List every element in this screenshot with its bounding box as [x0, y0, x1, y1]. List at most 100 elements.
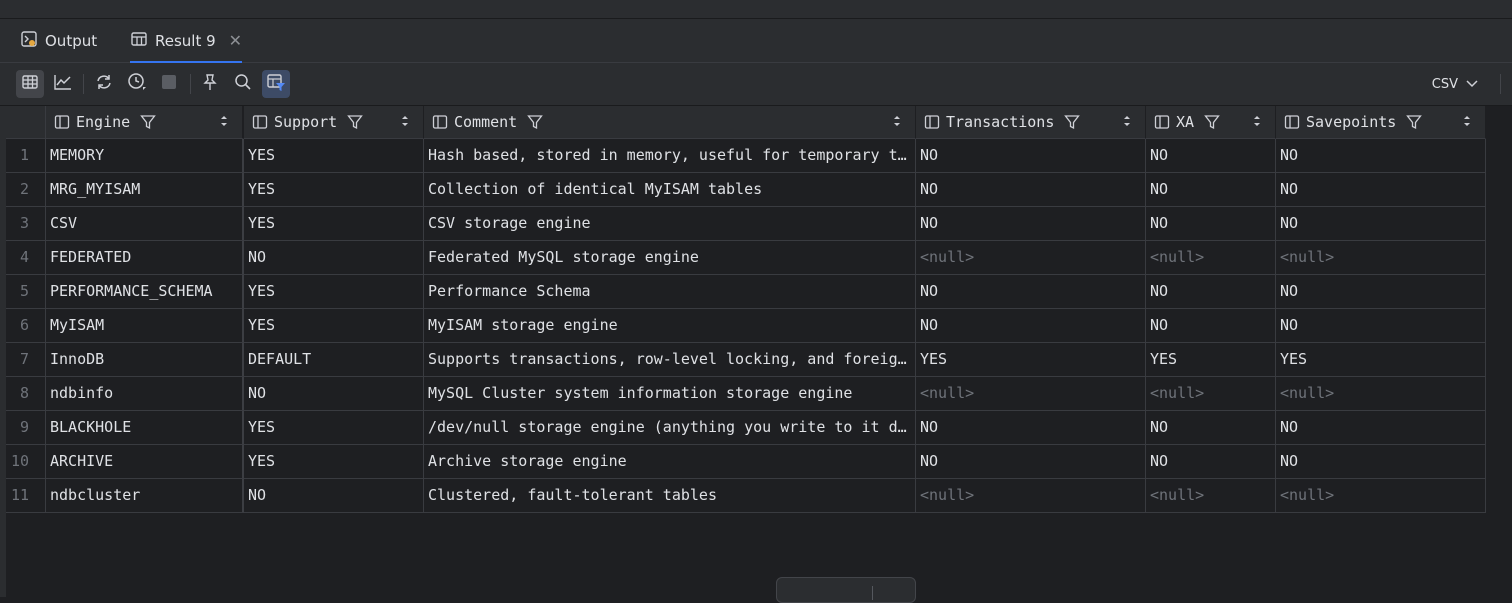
sort-icon[interactable]	[1253, 114, 1261, 128]
cell-xa[interactable]: NO	[1146, 445, 1276, 479]
column-header-savepoints[interactable]: Savepoints	[1276, 106, 1486, 139]
cell-savepoints[interactable]: <null>	[1276, 479, 1486, 513]
filter-icon[interactable]	[1064, 114, 1081, 130]
sort-icon[interactable]	[893, 114, 901, 128]
cell-engine[interactable]: MRG_MYISAM	[46, 173, 244, 207]
filter-icon[interactable]	[1204, 114, 1220, 130]
cell-comment[interactable]: Hash based, stored in memory, useful for…	[424, 139, 916, 173]
cell-support[interactable]: YES	[244, 309, 424, 343]
cell-transactions[interactable]: NO	[916, 173, 1146, 207]
cell-support[interactable]: NO	[244, 479, 424, 513]
cell-xa[interactable]: <null>	[1146, 241, 1276, 275]
export-format-dropdown[interactable]: CSV	[1432, 77, 1478, 92]
cell-comment[interactable]: Collection of identical MyISAM tables	[424, 173, 916, 207]
sort-icon[interactable]	[1123, 114, 1131, 128]
cell-comment[interactable]: Supports transactions, row-level locking…	[424, 343, 916, 377]
cell-transactions[interactable]: YES	[916, 343, 1146, 377]
cell-comment[interactable]: Federated MySQL storage engine	[424, 241, 916, 275]
cell-xa[interactable]: NO	[1146, 275, 1276, 309]
cell-comment[interactable]: Archive storage engine	[424, 445, 916, 479]
cell-comment[interactable]: CSV storage engine	[424, 207, 916, 241]
cell-savepoints[interactable]: NO	[1276, 139, 1486, 173]
cell-support[interactable]: DEFAULT	[244, 343, 424, 377]
sort-icon[interactable]	[220, 114, 228, 128]
cell-engine[interactable]: PERFORMANCE_SCHEMA	[46, 275, 244, 309]
cell-transactions[interactable]: <null>	[916, 479, 1146, 513]
cell-comment[interactable]: MyISAM storage engine	[424, 309, 916, 343]
column-header-label: Support	[274, 113, 338, 131]
cell-transactions[interactable]: NO	[916, 139, 1146, 173]
table-view-button[interactable]	[16, 70, 44, 98]
cell-engine[interactable]: MEMORY	[46, 139, 244, 173]
search-button[interactable]	[229, 70, 257, 98]
cell-transactions[interactable]: NO	[916, 445, 1146, 479]
cell-xa[interactable]: <null>	[1146, 479, 1276, 513]
filter-toggle-button[interactable]	[262, 70, 290, 98]
cell-xa[interactable]: NO	[1146, 139, 1276, 173]
cell-support[interactable]: YES	[244, 139, 424, 173]
row-number: 1	[6, 139, 46, 173]
sort-icon[interactable]	[401, 114, 409, 128]
sort-icon[interactable]	[1463, 114, 1471, 128]
cell-support[interactable]: NO	[244, 377, 424, 411]
cell-transactions[interactable]: <null>	[916, 241, 1146, 275]
floating-pager-toolbar[interactable]	[776, 577, 916, 603]
cell-comment[interactable]: MySQL Cluster system information storage…	[424, 377, 916, 411]
filter-icon[interactable]	[140, 114, 157, 130]
tab-result-9[interactable]: Result 9 ✕	[130, 19, 243, 63]
column-header-transactions[interactable]: Transactions	[916, 106, 1146, 139]
cell-engine[interactable]: InnoDB	[46, 343, 244, 377]
column-header-comment[interactable]: Comment	[424, 106, 916, 139]
cell-savepoints[interactable]: NO	[1276, 309, 1486, 343]
cell-support[interactable]: YES	[244, 207, 424, 241]
cell-savepoints[interactable]: NO	[1276, 275, 1486, 309]
export-format-label: CSV	[1431, 77, 1458, 92]
filter-icon[interactable]	[527, 114, 544, 130]
column-header-support[interactable]: Support	[244, 106, 424, 139]
cell-engine[interactable]: MyISAM	[46, 309, 244, 343]
cell-support[interactable]: NO	[244, 241, 424, 275]
cell-engine[interactable]: BLACKHOLE	[46, 411, 244, 445]
cell-transactions[interactable]: <null>	[916, 377, 1146, 411]
cell-xa[interactable]: NO	[1146, 309, 1276, 343]
pin-button[interactable]	[196, 70, 224, 98]
filter-icon[interactable]	[347, 114, 364, 130]
tab-output[interactable]: Output	[20, 19, 97, 62]
cell-savepoints[interactable]: YES	[1276, 343, 1486, 377]
cell-savepoints[interactable]: NO	[1276, 173, 1486, 207]
refresh-button[interactable]	[90, 70, 118, 98]
cell-xa[interactable]: NO	[1146, 207, 1276, 241]
column-header-engine[interactable]: Engine	[46, 106, 244, 139]
cell-transactions[interactable]: NO	[916, 275, 1146, 309]
chart-view-button[interactable]	[49, 70, 77, 98]
cell-comment[interactable]: Performance Schema	[424, 275, 916, 309]
cell-xa[interactable]: <null>	[1146, 377, 1276, 411]
cell-transactions[interactable]: NO	[916, 309, 1146, 343]
cell-xa[interactable]: NO	[1146, 173, 1276, 207]
cell-engine[interactable]: FEDERATED	[46, 241, 244, 275]
cell-engine[interactable]: ARCHIVE	[46, 445, 244, 479]
column-header-xa[interactable]: XA	[1146, 106, 1276, 139]
cell-savepoints[interactable]: NO	[1276, 411, 1486, 445]
cell-comment[interactable]: /dev/null storage engine (anything you w…	[424, 411, 916, 445]
cell-support[interactable]: YES	[244, 445, 424, 479]
cell-transactions[interactable]: NO	[916, 207, 1146, 241]
cell-savepoints[interactable]: <null>	[1276, 377, 1486, 411]
cell-support[interactable]: YES	[244, 173, 424, 207]
cell-xa[interactable]: YES	[1146, 343, 1276, 377]
cell-savepoints[interactable]: NO	[1276, 207, 1486, 241]
cell-comment[interactable]: Clustered, fault-tolerant tables	[424, 479, 916, 513]
cell-xa[interactable]: NO	[1146, 411, 1276, 445]
filter-icon[interactable]	[1406, 114, 1423, 130]
cell-engine[interactable]: ndbcluster	[46, 479, 244, 513]
cell-engine[interactable]: CSV	[46, 207, 244, 241]
stop-button[interactable]	[155, 70, 183, 98]
cell-support[interactable]: YES	[244, 275, 424, 309]
history-button[interactable]	[123, 70, 151, 98]
cell-transactions[interactable]: NO	[916, 411, 1146, 445]
cell-savepoints[interactable]: <null>	[1276, 241, 1486, 275]
cell-savepoints[interactable]: NO	[1276, 445, 1486, 479]
cell-engine[interactable]: ndbinfo	[46, 377, 244, 411]
cell-support[interactable]: YES	[244, 411, 424, 445]
close-icon[interactable]: ✕	[229, 31, 242, 50]
